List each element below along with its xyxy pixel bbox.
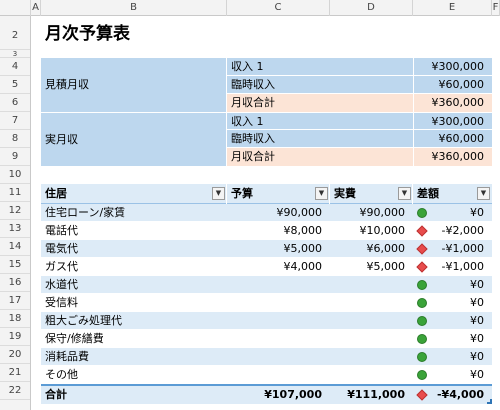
row-header[interactable]: 11 xyxy=(0,184,30,202)
estimate-item-value[interactable]: ¥60,000 xyxy=(413,76,492,94)
column-header-a[interactable]: A xyxy=(31,0,41,16)
row-item[interactable]: 消耗品費 xyxy=(41,348,227,366)
row-item[interactable]: ガス代 xyxy=(41,258,227,276)
estimate-total-name[interactable]: 月収合計 xyxy=(227,94,413,112)
row-header[interactable]: 22 xyxy=(0,382,30,400)
header-item[interactable]: 住居 xyxy=(41,184,227,204)
row-header[interactable]: 15 xyxy=(0,256,30,274)
row-diff[interactable]: -¥1,000 xyxy=(413,258,492,276)
estimate-item-value[interactable]: ¥300,000 xyxy=(413,58,492,76)
row-budget[interactable] xyxy=(227,366,330,384)
row-actual[interactable]: ¥10,000 xyxy=(330,222,413,240)
row-budget[interactable] xyxy=(227,312,330,330)
row-diff[interactable]: ¥0 xyxy=(413,312,492,330)
row-item[interactable]: 粗大ごみ処理代 xyxy=(41,312,227,330)
row-item[interactable]: 水道代 xyxy=(41,276,227,294)
row-actual[interactable] xyxy=(330,276,413,294)
row-actual[interactable] xyxy=(330,330,413,348)
row-item[interactable]: 受信料 xyxy=(41,294,227,312)
page-title: 月次予算表 xyxy=(45,24,130,44)
row-diff[interactable]: -¥1,000 xyxy=(413,240,492,258)
row-actual[interactable]: ¥90,000 xyxy=(330,204,413,222)
estimate-item-name[interactable]: 収入 1 xyxy=(227,58,413,76)
row-header[interactable]: 6 xyxy=(0,94,30,112)
filter-dropdown-icon[interactable]: ▼ xyxy=(315,187,328,200)
row-actual[interactable] xyxy=(330,348,413,366)
row-header[interactable]: 13 xyxy=(0,220,30,238)
table-resize-handle[interactable] xyxy=(487,399,492,404)
estimate-income-label[interactable]: 見積月収 xyxy=(41,58,227,112)
row-header[interactable]: 18 xyxy=(0,310,30,328)
row-header[interactable]: 10 xyxy=(0,166,30,184)
actual-item-value[interactable]: ¥60,000 xyxy=(413,130,492,148)
actual-item-name[interactable]: 臨時収入 xyxy=(227,130,413,148)
spreadsheet-grid: A B C D E F 2 3 4 5 6 7 8 9 10 11 12 13 … xyxy=(0,0,500,410)
row-actual[interactable] xyxy=(330,294,413,312)
row-header[interactable]: 20 xyxy=(0,346,30,364)
actual-income-label[interactable]: 実月収 xyxy=(41,112,227,166)
total-label[interactable]: 合計 xyxy=(41,386,227,404)
row-budget[interactable] xyxy=(227,348,330,366)
row-actual[interactable]: ¥6,000 xyxy=(330,240,413,258)
actual-item-value[interactable]: ¥300,000 xyxy=(413,112,492,130)
row-budget[interactable]: ¥8,000 xyxy=(227,222,330,240)
row-diff[interactable]: ¥0 xyxy=(413,348,492,366)
row-diff[interactable]: ¥0 xyxy=(413,366,492,384)
row-item[interactable]: 電気代 xyxy=(41,240,227,258)
row-budget[interactable]: ¥4,000 xyxy=(227,258,330,276)
row-budget[interactable]: ¥5,000 xyxy=(227,240,330,258)
filter-dropdown-icon[interactable]: ▼ xyxy=(398,187,411,200)
estimate-item-name[interactable]: 臨時収入 xyxy=(227,76,413,94)
select-all-corner[interactable] xyxy=(0,0,31,16)
actual-total-value[interactable]: ¥360,000 xyxy=(413,148,492,166)
row-diff[interactable]: ¥0 xyxy=(413,294,492,312)
row-header[interactable]: 16 xyxy=(0,274,30,292)
row-actual[interactable] xyxy=(330,366,413,384)
row-diff[interactable]: ¥0 xyxy=(413,276,492,294)
row-header[interactable]: 7 xyxy=(0,112,30,130)
column-header-f[interactable]: F xyxy=(492,0,500,16)
row-header[interactable]: 17 xyxy=(0,292,30,310)
filter-dropdown-icon[interactable]: ▼ xyxy=(212,187,225,200)
row-actual[interactable] xyxy=(330,312,413,330)
row-header[interactable]: 14 xyxy=(0,238,30,256)
row-header[interactable]: 4 xyxy=(0,58,30,76)
column-header-b[interactable]: B xyxy=(41,0,227,16)
actual-item-name[interactable]: 収入 1 xyxy=(227,112,413,130)
row-diff[interactable]: ¥0 xyxy=(413,204,492,222)
row-item[interactable]: 電話代 xyxy=(41,222,227,240)
row-item[interactable]: 住宅ローン/家賃 xyxy=(41,204,227,222)
column-header-d[interactable]: D xyxy=(330,0,413,16)
row-header[interactable]: 9 xyxy=(0,148,30,166)
row-budget[interactable]: ¥90,000 xyxy=(227,204,330,222)
actual-total-name[interactable]: 月収合計 xyxy=(227,148,413,166)
row-header[interactable]: 19 xyxy=(0,328,30,346)
row-header[interactable]: 3 xyxy=(0,50,30,58)
row-diff[interactable]: -¥2,000 xyxy=(413,222,492,240)
row-header[interactable]: 2 xyxy=(0,16,30,50)
row-header[interactable]: 12 xyxy=(0,202,30,220)
row-header[interactable]: 8 xyxy=(0,130,30,148)
total-actual[interactable]: ¥111,000 xyxy=(330,386,413,404)
total-budget[interactable]: ¥107,000 xyxy=(227,386,330,404)
row-budget[interactable] xyxy=(227,330,330,348)
total-diff[interactable]: -¥4,000 xyxy=(413,386,492,404)
column-header-c[interactable]: C xyxy=(227,0,330,16)
row-item[interactable]: その他 xyxy=(41,366,227,384)
row-actual[interactable]: ¥5,000 xyxy=(330,258,413,276)
estimate-total-value[interactable]: ¥360,000 xyxy=(413,94,492,112)
column-header-bar: A B C D E F xyxy=(0,0,500,16)
row-item[interactable]: 保守/修繕費 xyxy=(41,330,227,348)
row-header[interactable]: 5 xyxy=(0,76,30,94)
row-budget[interactable] xyxy=(227,294,330,312)
row-diff[interactable]: ¥0 xyxy=(413,330,492,348)
row-header[interactable]: 21 xyxy=(0,364,30,382)
column-header-e[interactable]: E xyxy=(413,0,492,16)
row-header-bar: 2 3 4 5 6 7 8 9 10 11 12 13 14 15 16 17 … xyxy=(0,16,31,410)
filter-dropdown-icon[interactable]: ▼ xyxy=(477,187,490,200)
row-budget[interactable] xyxy=(227,276,330,294)
